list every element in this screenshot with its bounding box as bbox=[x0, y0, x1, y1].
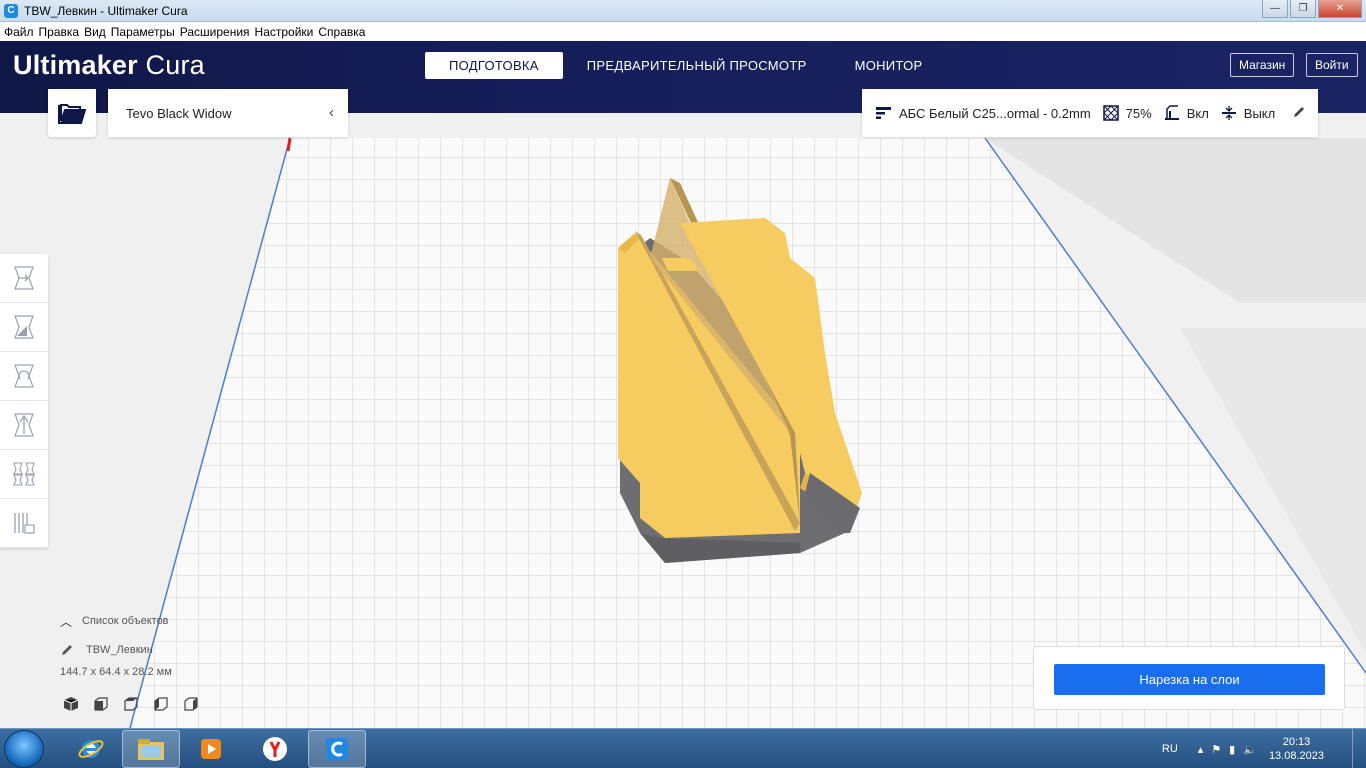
volume-icon[interactable]: 🔈 bbox=[1243, 743, 1257, 756]
support-icon bbox=[1164, 105, 1180, 121]
slice-panel: Нарезка на слои bbox=[1033, 646, 1345, 710]
clock[interactable]: 20:13 13.08.2023 bbox=[1269, 735, 1324, 763]
folder-icon bbox=[58, 104, 86, 124]
cura-app-icon: C bbox=[4, 3, 18, 18]
view-left-icon[interactable] bbox=[152, 695, 172, 713]
tool-panel bbox=[0, 254, 48, 548]
object-list-title: Список объектов bbox=[82, 615, 169, 627]
rotate-tool[interactable] bbox=[0, 352, 48, 401]
object-dimensions: 144.7 x 64.4 x 28.2 мм bbox=[60, 666, 172, 678]
adhesion-value: Выкл bbox=[1243, 105, 1276, 121]
marketplace-button[interactable]: Магазин bbox=[1230, 53, 1295, 77]
object-list-header[interactable]: ︿ Список объектов bbox=[60, 610, 300, 632]
minimize-button[interactable]: — bbox=[1262, 0, 1288, 18]
taskbar-yandex[interactable] bbox=[246, 730, 304, 768]
window-titlebar: C TBW_Левкин - Ultimaker Cura — ❐ ✕ bbox=[0, 0, 1366, 22]
infill-icon bbox=[1102, 105, 1119, 121]
view-3d-icon[interactable] bbox=[62, 695, 82, 713]
brand-logo: Ultimaker Cura bbox=[13, 50, 205, 80]
chevron-left-icon: ‹ bbox=[329, 104, 334, 121]
internet-explorer-icon bbox=[78, 740, 104, 758]
show-desktop-button[interactable] bbox=[1352, 729, 1366, 768]
printer-selector[interactable]: Tevo Black Widow ‹ bbox=[108, 89, 348, 137]
close-button[interactable]: ✕ bbox=[1318, 0, 1362, 18]
pencil-icon bbox=[60, 643, 74, 657]
object-name: TBW_Левкин bbox=[86, 644, 153, 656]
infill-value: 75% bbox=[1125, 105, 1152, 121]
object-list: ︿ Список объектов TBW_Левкин 144.7 x 64.… bbox=[60, 610, 300, 683]
support-blocker-icon bbox=[14, 513, 35, 534]
windows-taskbar: RU ▴ ⚑ ▮ 🔈 20:13 13.08.2023 bbox=[0, 728, 1366, 768]
clock-date: 13.08.2023 bbox=[1268, 750, 1324, 762]
mirror-icon bbox=[14, 413, 34, 437]
menu-extensions[interactable]: Расширения bbox=[180, 25, 250, 39]
taskbar-explorer[interactable] bbox=[122, 730, 180, 768]
menu-view[interactable]: Вид bbox=[84, 25, 106, 39]
view-front-icon[interactable] bbox=[92, 695, 112, 713]
chevron-up-icon: ︿ bbox=[60, 614, 73, 629]
maximize-button[interactable]: ❐ bbox=[1290, 0, 1316, 18]
menu-file[interactable]: Файл bbox=[4, 25, 34, 39]
print-settings-selector[interactable]: АБС Белый С25...ormal - 0.2mm 75% Вкл Вы… bbox=[862, 89, 1318, 137]
start-button[interactable] bbox=[4, 730, 44, 768]
tab-monitor[interactable]: МОНИТОР bbox=[831, 52, 947, 79]
printer-name: Tevo Black Widow bbox=[126, 105, 232, 121]
media-player-icon bbox=[201, 739, 221, 759]
move-tool[interactable] bbox=[0, 254, 48, 303]
view-top-icon[interactable] bbox=[122, 695, 142, 713]
yandex-browser-icon bbox=[263, 737, 287, 761]
menu-parameters[interactable]: Параметры bbox=[111, 25, 175, 39]
menu-preferences[interactable]: Настройки bbox=[255, 25, 314, 39]
per-model-settings-icon bbox=[13, 462, 35, 486]
menu-help[interactable]: Справка bbox=[318, 25, 365, 39]
profile-label: АБС Белый С25...ormal - 0.2mm bbox=[899, 105, 1091, 121]
edit-pencil-icon[interactable] bbox=[1292, 105, 1306, 122]
window-title: TBW_Левкин - Ultimaker Cura bbox=[24, 3, 188, 18]
object-name-row[interactable]: TBW_Левкин bbox=[60, 639, 300, 661]
taskbar-ie[interactable] bbox=[62, 730, 120, 768]
scale-icon bbox=[14, 315, 34, 339]
per-model-settings-tool[interactable] bbox=[0, 450, 48, 499]
tab-prepare[interactable]: ПОДГОТОВКА bbox=[425, 52, 563, 79]
clock-time: 20:13 bbox=[1282, 736, 1311, 748]
menu-bar: Файл Правка Вид Параметры Расширения Нас… bbox=[0, 22, 1366, 41]
menu-edit[interactable]: Правка bbox=[39, 25, 80, 39]
cura-icon bbox=[326, 738, 348, 760]
system-tray: RU ▴ ⚑ ▮ 🔈 20:13 13.08.2023 bbox=[1162, 729, 1366, 768]
tray-expand-icon[interactable]: ▴ bbox=[1198, 743, 1204, 756]
move-icon bbox=[14, 266, 34, 290]
file-explorer-icon bbox=[138, 739, 164, 760]
support-value: Вкл bbox=[1186, 105, 1209, 121]
open-file-button[interactable] bbox=[48, 89, 96, 137]
flag-icon[interactable]: ⚑ bbox=[1211, 743, 1221, 756]
rotate-icon bbox=[14, 364, 34, 388]
taskbar-media-player[interactable] bbox=[182, 730, 240, 768]
support-blocker-tool[interactable] bbox=[0, 499, 48, 548]
network-icon[interactable]: ▮ bbox=[1229, 743, 1235, 756]
stage-tabs: ПОДГОТОВКА ПРЕДВАРИТЕЛЬНЫЙ ПРОСМОТР МОНИ… bbox=[425, 52, 946, 79]
mirror-tool[interactable] bbox=[0, 401, 48, 450]
tab-preview[interactable]: ПРЕДВАРИТЕЛЬНЫЙ ПРОСМОТР bbox=[563, 52, 831, 79]
language-indicator[interactable]: RU bbox=[1162, 743, 1178, 755]
adhesion-icon bbox=[1221, 105, 1237, 121]
view-right-icon[interactable] bbox=[182, 695, 202, 713]
profile-icon bbox=[876, 106, 892, 120]
taskbar-cura[interactable] bbox=[308, 730, 366, 768]
scale-tool[interactable] bbox=[0, 303, 48, 352]
slice-button[interactable]: Нарезка на слои bbox=[1054, 664, 1325, 695]
view-orientation-buttons bbox=[62, 695, 212, 713]
signin-button[interactable]: Войти bbox=[1306, 53, 1358, 77]
